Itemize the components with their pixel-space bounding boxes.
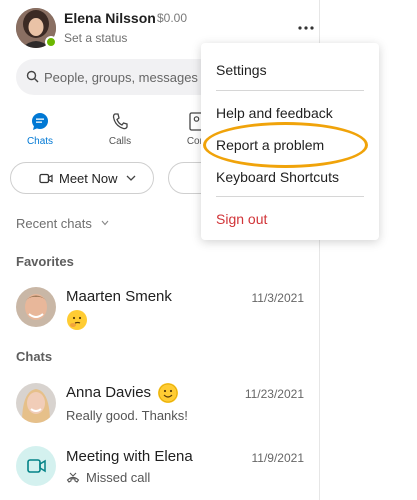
thinking-face-icon: [67, 310, 87, 330]
chat-preview: Missed call: [86, 470, 151, 485]
more-options-menu: Settings Help and feedback Report a prob…: [201, 43, 379, 240]
chat-name: Anna Davies: [66, 384, 152, 401]
meet-now-button[interactable]: Meet Now: [10, 162, 154, 194]
tab-calls[interactable]: Calls: [95, 111, 145, 147]
menu-divider: [216, 90, 364, 91]
tab-calls-label: Calls: [108, 136, 132, 147]
profile-credit[interactable]: $0.00: [157, 11, 187, 25]
menu-divider: [216, 196, 364, 197]
avatar: [16, 287, 56, 327]
set-status-link[interactable]: Set a status: [64, 31, 127, 45]
menu-item-report-a-problem[interactable]: Report a problem: [216, 137, 324, 153]
favorites-header: Favorites: [16, 254, 74, 269]
video-camera-icon: [39, 173, 53, 184]
chevron-down-icon[interactable]: [125, 173, 137, 183]
more-options-button[interactable]: [296, 22, 316, 36]
chat-name: Maarten Smenk: [66, 288, 172, 305]
smiling-face-icon: [158, 383, 178, 403]
menu-item-settings[interactable]: Settings: [216, 62, 267, 78]
chevron-down-icon[interactable]: [101, 220, 109, 226]
missed-call-icon: [66, 472, 80, 483]
chat-bubble-icon: [32, 113, 48, 130]
profile-name: Elena Nilsson: [64, 10, 156, 26]
chat-list-item[interactable]: Maarten Smenk 11/3/2021: [0, 282, 320, 340]
menu-item-help-and-feedback[interactable]: Help and feedback: [216, 105, 333, 121]
meet-now-label: Meet Now: [59, 171, 118, 186]
chats-header: Chats: [16, 349, 53, 364]
menu-item-sign-out[interactable]: Sign out: [216, 211, 267, 227]
chat-date: 11/3/2021: [251, 291, 305, 305]
more-dots-icon: [298, 26, 314, 30]
tab-chats-label: Chats: [26, 136, 54, 147]
recent-chats-header[interactable]: Recent chats: [16, 216, 92, 231]
presence-indicator: [45, 36, 57, 48]
chat-date: 11/9/2021: [251, 451, 305, 465]
avatar: [16, 383, 56, 423]
phone-icon: [112, 113, 128, 130]
menu-item-keyboard-shortcuts[interactable]: Keyboard Shortcuts: [216, 169, 339, 185]
chat-list-item[interactable]: Anna Davies 11/23/2021 Really good. Than…: [0, 378, 320, 436]
chat-list-item[interactable]: Meeting with Elena 11/9/2021 Missed call: [0, 442, 320, 500]
video-camera-icon: [27, 459, 46, 473]
chat-date: 11/23/2021: [244, 387, 304, 401]
meeting-avatar: [16, 446, 56, 486]
tab-chats[interactable]: Chats: [15, 111, 65, 147]
chat-name: Meeting with Elena: [66, 448, 193, 465]
chat-preview: Really good. Thanks!: [66, 408, 188, 423]
search-icon: [26, 70, 39, 83]
profile-header[interactable]: Elena Nilsson $0.00 Set a status: [16, 8, 314, 48]
